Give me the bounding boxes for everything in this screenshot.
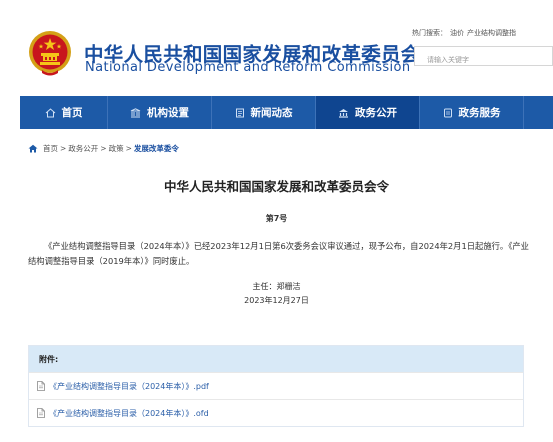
breadcrumb-separator: > [60, 144, 67, 153]
search-input[interactable] [415, 51, 552, 69]
attachment-link-ofd[interactable]: 《产业结构调整指导目录（2024年本）》.ofd [29, 399, 523, 426]
file-icon [37, 408, 45, 418]
article-body: 《产业结构调整指导目录（2024年本）》已经2023年12月1日第6次委务会议审… [28, 241, 529, 266]
nav-item-label: 首页 [61, 107, 83, 119]
article-title: 中华人民共和国国家发展和改革委员会令 [163, 179, 389, 194]
attachments-panel: 附件: 《产业结构调整指导目录（2024年本）》.pdf 《产业结构调整指导目录… [28, 345, 524, 427]
nav-item-organization[interactable]: 机构设置 [108, 96, 212, 129]
news-icon [235, 108, 245, 118]
site-title-english[interactable]: National Development and Reform Commissi… [85, 60, 411, 75]
nav-item-home[interactable]: 首页 [20, 96, 108, 129]
hot-search-term[interactable]: 油价 [450, 29, 464, 37]
order-number: 第7号 [265, 214, 288, 223]
nav-item-government-affairs[interactable]: 政务公开 [316, 96, 420, 129]
attachment-name[interactable]: 《产业结构调整指导目录（2024年本）》.pdf [49, 381, 209, 392]
service-icon [443, 108, 453, 118]
home-icon [45, 107, 56, 118]
attachment-link-pdf[interactable]: 《产业结构调整指导目录（2024年本）》.pdf [29, 372, 523, 399]
breadcrumb-item-current[interactable]: 发展改革委令 [134, 143, 179, 154]
breadcrumb-separator: > [100, 144, 107, 153]
nav-item-label: 政务服务 [458, 107, 501, 119]
hot-search: 热门搜索： 油价 产业结构调整指 [412, 28, 519, 38]
nav-item-label: 机构设置 [147, 107, 189, 119]
nav-item-label: 新闻动态 [250, 107, 293, 119]
home-icon [28, 144, 38, 153]
building-icon [130, 107, 141, 118]
nav-item-news[interactable]: 新闻动态 [212, 96, 316, 129]
breadcrumb-item-policy[interactable]: 政策 [109, 143, 124, 154]
article-date: 2023年12月27日 [244, 296, 309, 305]
breadcrumb: 首页 > 政务公开 > 政策 > 发展改革委令 [28, 143, 179, 154]
article-signer: 主任：郑栅洁 [252, 282, 301, 291]
attachments-heading: 附件: [29, 346, 523, 372]
nav-item-more[interactable] [524, 96, 553, 129]
search-box [414, 46, 553, 69]
breadcrumb-item-government-affairs[interactable]: 政务公开 [68, 143, 98, 154]
hot-search-term[interactable]: 产业结构调整指 [467, 29, 516, 37]
nav-item-label: 政务公开 [355, 107, 397, 119]
government-icon [338, 108, 349, 118]
main-nav: 首页 机构设置 新闻动态 政务公开 政务服务 [20, 96, 553, 129]
breadcrumb-separator: > [125, 144, 132, 153]
national-emblem-icon[interactable] [28, 30, 72, 76]
site-header: 中华人民共和国国家发展和改革委员会 National Development a… [0, 0, 553, 90]
nav-item-government-services[interactable]: 政务服务 [420, 96, 524, 129]
hot-search-label: 热门搜索： [412, 29, 447, 37]
file-icon [37, 381, 45, 391]
breadcrumb-item-home[interactable]: 首页 [43, 143, 58, 154]
attachment-name[interactable]: 《产业结构调整指导目录（2024年本）》.ofd [49, 408, 209, 419]
